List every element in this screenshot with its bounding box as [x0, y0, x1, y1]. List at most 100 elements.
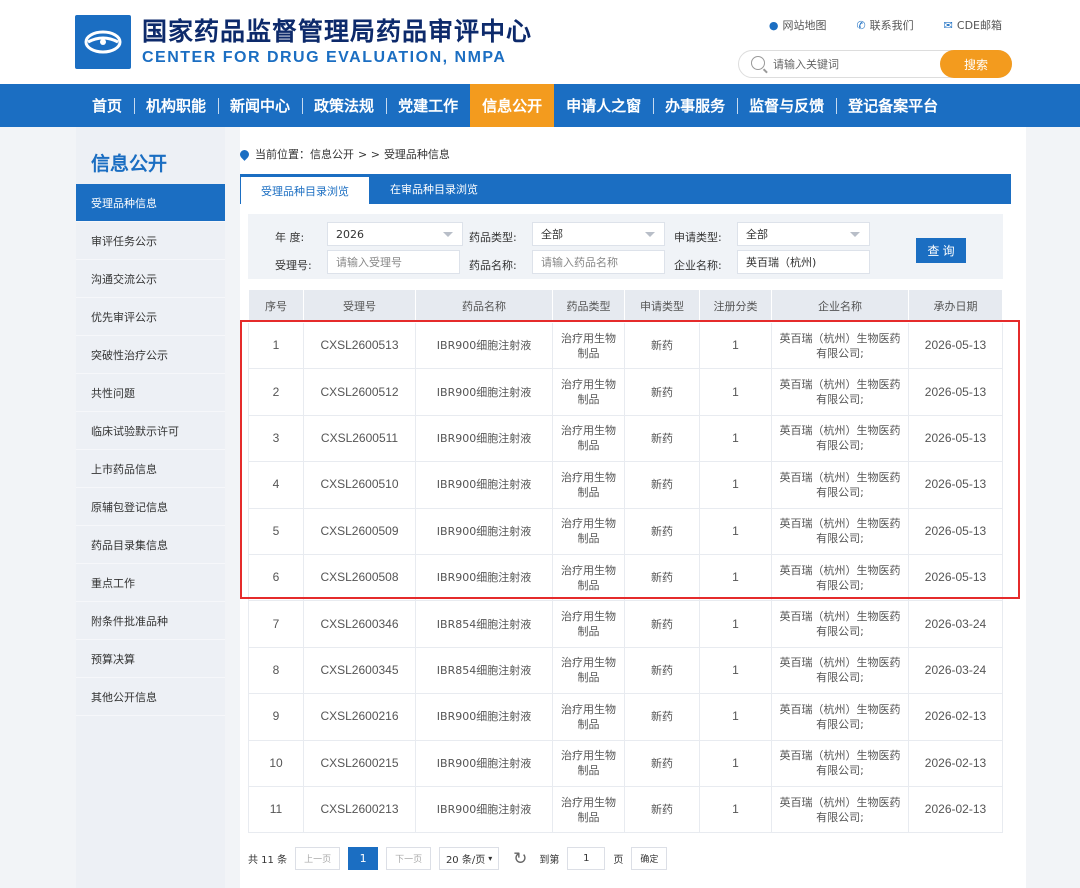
- top-links: ● 网站地图 ✆ 联系我们 ✉ CDE邮箱: [769, 17, 1002, 33]
- table-row[interactable]: 2 CXSL2600512 IBR900细胞注射液 治疗用生物制品 新药 1 英百瑞（杭州）…: [248, 368, 1003, 416]
- cell-apply-type: 新药: [624, 322, 700, 370]
- cell-accept-no: CXSL2600215: [303, 740, 416, 787]
- cell-apply-type: 新药: [624, 647, 700, 695]
- cell-apply-type: 新药: [624, 368, 700, 416]
- cell-company: 英百瑞（杭州）生物医药有限公司;: [771, 693, 909, 741]
- location-pin-icon: ●: [768, 18, 779, 32]
- table-row[interactable]: 9 CXSL2600216 IBR900细胞注射液 治疗用生物制品 新药 1 英百瑞（杭州）…: [248, 693, 1003, 741]
- cell-index: 1: [248, 322, 304, 370]
- sidebar-item-common-issues[interactable]: 共性问题: [76, 374, 225, 412]
- refresh-icon[interactable]: ↻: [513, 849, 527, 869]
- sidebar-item-budget[interactable]: 预算决算: [76, 640, 225, 678]
- cell-accept-no: CXSL2600216: [303, 693, 416, 741]
- cell-accept-no: CXSL2600513: [303, 322, 416, 370]
- cell-reg-class: 1: [699, 554, 772, 602]
- breadcrumb-separator: > >: [358, 147, 380, 161]
- apply-type-select[interactable]: 全部: [737, 222, 870, 246]
- sidebar-item-implied-approval[interactable]: 临床试验默示许可: [76, 412, 225, 450]
- nav-item-info-disclosure[interactable]: 信息公开: [470, 84, 555, 127]
- cell-date: 2026-02-13: [908, 740, 1003, 787]
- cell-date: 2026-05-13: [908, 322, 1003, 370]
- sitemap-link[interactable]: ● 网站地图: [769, 17, 827, 33]
- nav-item-news[interactable]: 新闻中心: [218, 84, 302, 127]
- cell-apply-type: 新药: [624, 693, 700, 741]
- cell-reg-class: 1: [699, 415, 772, 463]
- accept-no-input[interactable]: 请输入受理号: [327, 250, 460, 274]
- nav-item-party[interactable]: 党建工作: [386, 84, 470, 127]
- cell-index: 6: [248, 554, 304, 602]
- search-button[interactable]: 搜索: [940, 50, 1012, 78]
- query-button[interactable]: 查 询: [916, 238, 966, 263]
- cell-date: 2026-02-13: [908, 693, 1003, 741]
- cde-logo[interactable]: [75, 15, 131, 69]
- table-row[interactable]: 10 CXSL2600215 IBR900细胞注射液 治疗用生物制品 新药 1 英百瑞（杭州…: [248, 740, 1003, 787]
- nav-item-home[interactable]: 首页: [80, 84, 134, 127]
- cell-accept-no: CXSL2600511: [303, 415, 416, 463]
- drug-name-label: 药品名称:: [469, 259, 517, 272]
- sidebar-item-conditional[interactable]: 附条件批准品种: [76, 602, 225, 640]
- chevron-down-icon: ▾: [488, 854, 493, 863]
- prev-page-button[interactable]: 上一页: [295, 847, 341, 870]
- cell-drug-type: 治疗用生物制品: [552, 322, 625, 370]
- cell-apply-type: 新药: [624, 508, 700, 555]
- sidebar-item-communication[interactable]: 沟通交流公示: [76, 260, 225, 298]
- sidebar-item-api-registration[interactable]: 原辅包登记信息: [76, 488, 225, 526]
- drug-name-input[interactable]: 请输入药品名称: [532, 250, 665, 274]
- table-row[interactable]: 7 CXSL2600346 IBR854细胞注射液 治疗用生物制品 新药 1 英百瑞（杭州）…: [248, 600, 1003, 648]
- nav-item-registration[interactable]: 登记备案平台: [836, 84, 950, 127]
- col-header-reg-class: 注册分类: [699, 289, 772, 323]
- cell-drug-name: IBR900细胞注射液: [415, 786, 553, 834]
- cell-accept-no: CXSL2600508: [303, 554, 416, 602]
- sidebar-item-review-tasks[interactable]: 审评任务公示: [76, 222, 225, 260]
- phone-icon: ✆: [856, 18, 866, 32]
- cell-apply-type: 新药: [624, 600, 700, 648]
- results-table: 序号 受理号 药品名称 药品类型 申请类型 注册分类 企业名称 承办日期 1 CX…: [248, 289, 1003, 834]
- page-unit-label: 页: [613, 855, 624, 866]
- sidebar-item-breakthrough[interactable]: 突破性治疗公示: [76, 336, 225, 374]
- table-row[interactable]: 6 CXSL2600508 IBR900细胞注射液 治疗用生物制品 新药 1 英百瑞（杭州）…: [248, 554, 1003, 602]
- year-select[interactable]: 2026: [327, 222, 463, 246]
- breadcrumb-prefix[interactable]: 当前位置：信息公开: [255, 146, 354, 162]
- drug-type-select[interactable]: 全部: [532, 222, 665, 246]
- cell-reg-class: 1: [699, 322, 772, 370]
- nav-item-policy[interactable]: 政策法规: [302, 84, 386, 127]
- sidebar-item-priority[interactable]: 优先审评公示: [76, 298, 225, 336]
- nav-item-applicant[interactable]: 申请人之窗: [554, 84, 653, 127]
- sidebar-item-key-work[interactable]: 重点工作: [76, 564, 225, 602]
- location-pin-icon: [238, 147, 251, 161]
- table-row[interactable]: 4 CXSL2600510 IBR900细胞注射液 治疗用生物制品 新药 1 英百瑞（杭州）…: [248, 461, 1003, 509]
- cde-mail-link[interactable]: ✉ CDE邮箱: [944, 17, 1002, 33]
- cell-date: 2026-05-13: [908, 508, 1003, 555]
- next-page-button[interactable]: 下一页: [386, 847, 432, 870]
- table-row[interactable]: 5 CXSL2600509 IBR900细胞注射液 治疗用生物制品 新药 1 英百瑞（杭州）…: [248, 508, 1003, 555]
- cell-accept-no: CXSL2600512: [303, 368, 416, 416]
- tab-under-review-catalog[interactable]: 在审品种目录浏览: [370, 174, 498, 204]
- sidebar-item-marketed-drugs[interactable]: 上市药品信息: [76, 450, 225, 488]
- chevron-down-icon: [645, 232, 655, 237]
- table-row[interactable]: 1 CXSL2600513 IBR900细胞注射液 治疗用生物制品 新药 1 英百瑞（杭州）…: [248, 322, 1003, 370]
- cell-company: 英百瑞（杭州）生物医药有限公司;: [771, 740, 909, 787]
- table-row[interactable]: 3 CXSL2600511 IBR900细胞注射液 治疗用生物制品 新药 1 英百瑞（杭州）…: [248, 415, 1003, 463]
- nav-item-supervision[interactable]: 监督与反馈: [737, 84, 836, 127]
- page-size-select[interactable]: 20 条/页 ▾: [439, 847, 500, 870]
- contact-link[interactable]: ✆ 联系我们: [856, 17, 913, 33]
- search-input[interactable]: [773, 55, 933, 73]
- cell-reg-class: 1: [699, 508, 772, 555]
- company-input[interactable]: 英百瑞（杭州): [737, 250, 870, 274]
- cell-drug-name: IBR854细胞注射液: [415, 647, 553, 695]
- sidebar-item-accepted[interactable]: 受理品种信息: [76, 184, 225, 222]
- sidebar-item-other[interactable]: 其他公开信息: [76, 678, 225, 716]
- sidebar-item-catalog[interactable]: 药品目录集信息: [76, 526, 225, 564]
- goto-confirm-button[interactable]: 确定: [631, 847, 668, 870]
- nav-item-functions[interactable]: 机构职能: [134, 84, 218, 127]
- table-row[interactable]: 8 CXSL2600345 IBR854细胞注射液 治疗用生物制品 新药 1 英百瑞（杭州）…: [248, 647, 1003, 695]
- table-row[interactable]: 11 CXSL2600213 IBR900细胞注射液 治疗用生物制品 新药 1 英百瑞（杭州…: [248, 786, 1003, 834]
- goto-page-input[interactable]: 1: [567, 847, 606, 870]
- cell-date: 2026-02-13: [908, 786, 1003, 834]
- cell-index: 7: [248, 600, 304, 648]
- current-page[interactable]: 1: [348, 847, 379, 870]
- tab-accepted-catalog[interactable]: 受理品种目录浏览: [240, 176, 370, 204]
- site-subtitle: CENTER FOR DRUG EVALUATION, NMPA: [142, 49, 507, 66]
- cell-drug-name: IBR900细胞注射液: [415, 508, 553, 555]
- nav-item-services[interactable]: 办事服务: [653, 84, 737, 127]
